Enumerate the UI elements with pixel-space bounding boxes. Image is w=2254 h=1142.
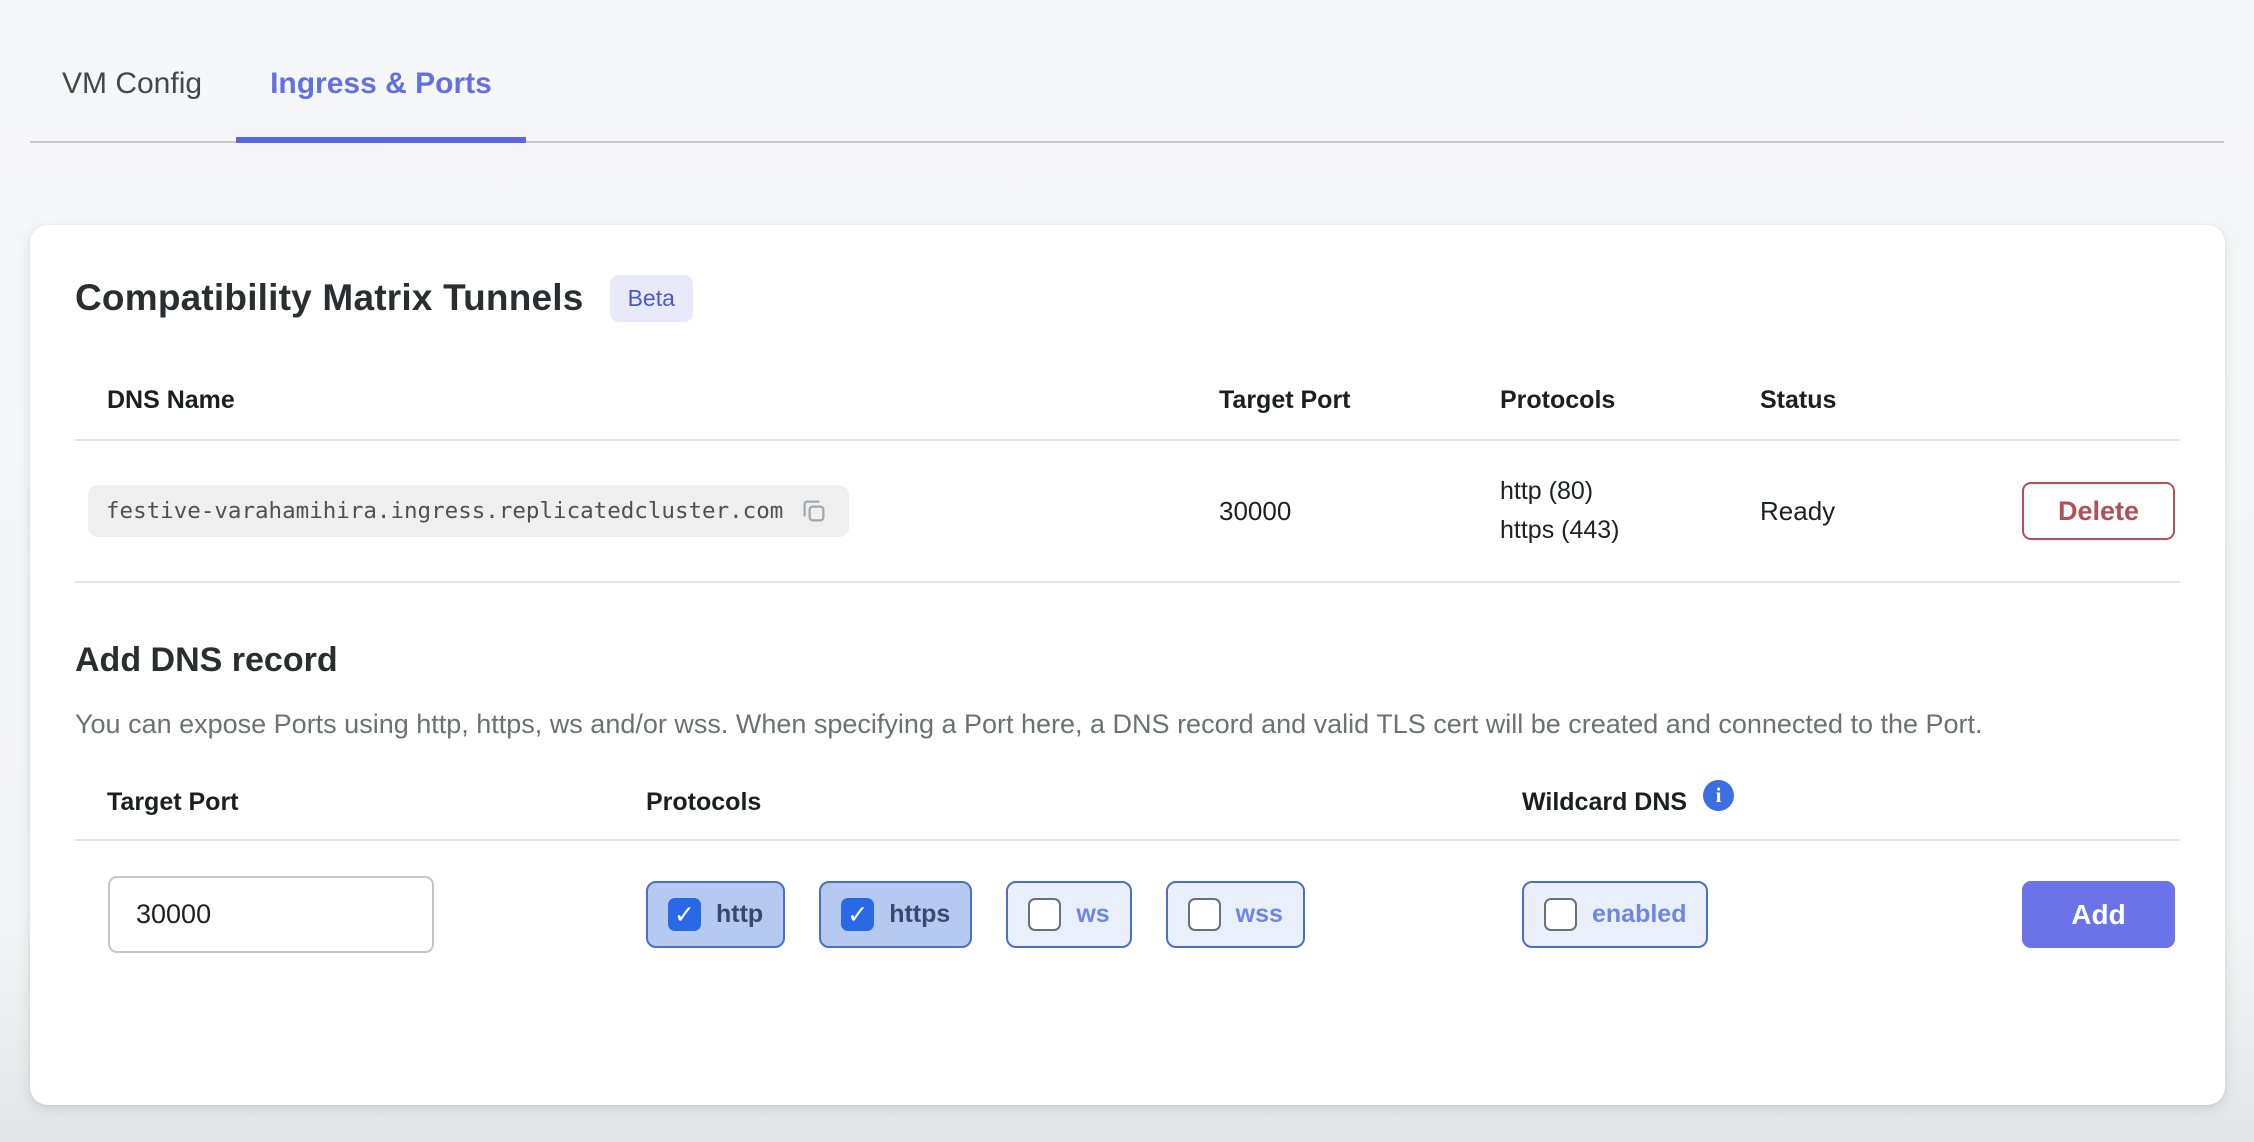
dns-name-pill: festive-varahamihira.ingress.replicatedc… [88,485,849,537]
https-label: https [889,900,950,929]
add-dns-record-description: You can expose Ports using http, https, … [75,704,2180,745]
row-protocol-https: https (443) [1500,511,1760,550]
dns-name-text: festive-varahamihira.ingress.replicatedc… [106,498,783,524]
add-dns-record-title: Add DNS record [75,641,2180,680]
form-header-protocols: Protocols [646,788,1522,817]
tunnels-card: Compatibility Matrix Tunnels Beta DNS Na… [30,225,2225,1105]
protocol-option-ws[interactable]: ws [1006,881,1131,948]
row-protocols: http (80) https (443) [1500,472,1760,550]
http-label: http [716,900,763,929]
table-row: festive-varahamihira.ingress.replicatedc… [75,441,2180,583]
col-header-protocols: Protocols [1500,386,1760,415]
card-title: Compatibility Matrix Tunnels [75,277,584,319]
col-header-dns-name: DNS Name [75,386,1219,415]
row-target-port: 30000 [1219,496,1500,527]
row-status: Ready [1760,496,2000,527]
info-icon[interactable]: i [1703,780,1734,811]
form-header-wildcard-dns: Wildcard DNS [1522,788,1687,817]
add-form-row: http https ws wss enabled Add [75,841,2180,988]
row-protocol-http: http (80) [1500,472,1760,511]
protocol-options: http https ws wss [646,881,1522,948]
target-port-input[interactable] [108,876,434,953]
tunnels-table-header: DNS Name Target Port Protocols Status [75,357,2180,441]
add-form-header: Target Port Protocols Wildcard DNS i [75,779,2180,841]
copy-icon[interactable] [799,496,829,526]
col-header-status: Status [1760,386,2000,415]
tab-bar: VM Config Ingress & Ports [30,0,2224,143]
protocol-option-http[interactable]: http [646,881,785,948]
ws-checkbox[interactable] [1028,898,1061,931]
protocol-option-https[interactable]: https [819,881,972,948]
wildcard-checkbox[interactable] [1544,898,1577,931]
delete-button[interactable]: Delete [2022,482,2175,540]
wss-label: wss [1236,900,1283,929]
tab-vm-config[interactable]: VM Config [30,26,236,141]
wss-checkbox[interactable] [1188,898,1221,931]
add-button[interactable]: Add [2022,881,2175,948]
http-checkbox[interactable] [668,898,701,931]
protocol-option-wss[interactable]: wss [1166,881,1305,948]
tab-ingress-ports[interactable]: Ingress & Ports [236,26,526,141]
beta-badge: Beta [610,275,693,322]
col-header-target-port: Target Port [1219,386,1500,415]
card-title-row: Compatibility Matrix Tunnels Beta [75,225,2180,357]
ws-label: ws [1076,900,1109,929]
form-header-target-port: Target Port [75,788,646,817]
wildcard-label: enabled [1592,900,1686,929]
wildcard-enabled-option[interactable]: enabled [1522,881,1708,948]
https-checkbox[interactable] [841,898,874,931]
